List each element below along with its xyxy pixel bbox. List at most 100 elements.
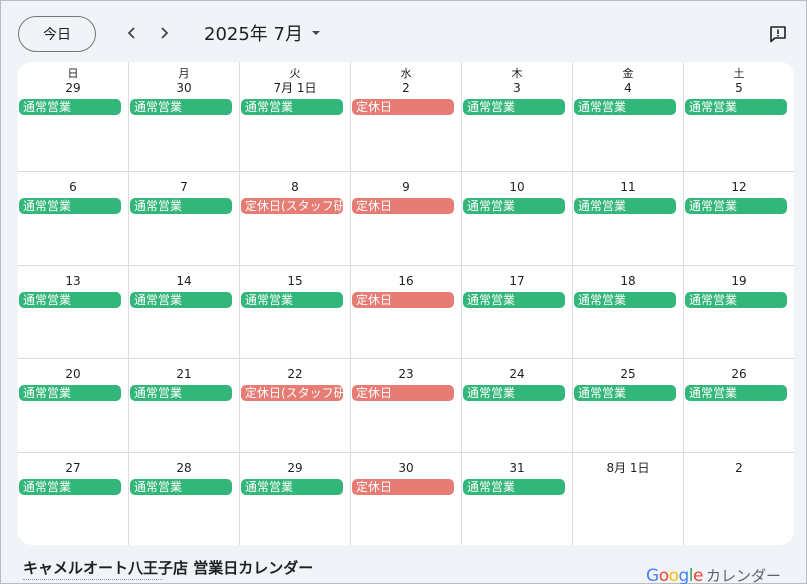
event-chip-open[interactable]: 通常営業 (19, 385, 121, 401)
day-cell[interactable]: 20 通常営業 (18, 359, 129, 453)
day-number[interactable]: 18 (573, 274, 683, 288)
day-cell[interactable]: 火 7月 1日 通常営業 (240, 62, 351, 172)
day-number[interactable]: 11 (573, 180, 683, 194)
day-number[interactable]: 8 (240, 180, 350, 194)
day-number[interactable]: 2 (351, 81, 461, 95)
event-chip-closed[interactable]: 定休日 (352, 198, 454, 214)
day-cell[interactable]: 26 通常営業 (684, 359, 794, 453)
day-number[interactable]: 29 (18, 81, 128, 95)
event-chip-open[interactable]: 通常営業 (19, 198, 121, 214)
event-chip-closed[interactable]: 定休日 (352, 385, 454, 401)
event-chip-open[interactable]: 通常営業 (685, 99, 787, 115)
today-button[interactable]: 今日 (18, 16, 96, 52)
event-chip-open[interactable]: 通常営業 (130, 99, 232, 115)
google-calendar-link[interactable]: Google カレンダー (646, 565, 781, 584)
event-chip-open[interactable]: 通常営業 (130, 198, 232, 214)
day-cell[interactable]: 23 定休日 (351, 359, 462, 453)
event-chip-open[interactable]: 通常営業 (574, 99, 676, 115)
prev-month-button[interactable] (120, 21, 144, 45)
day-number[interactable]: 9 (351, 180, 461, 194)
day-number[interactable]: 25 (573, 367, 683, 381)
day-cell[interactable]: 28 通常営業 (129, 453, 240, 545)
day-cell[interactable]: 13 通常営業 (18, 266, 129, 359)
day-cell[interactable]: 水 2 定休日 (351, 62, 462, 172)
event-chip-open[interactable]: 通常営業 (19, 99, 121, 115)
event-chip-open[interactable]: 通常営業 (685, 198, 787, 214)
day-number[interactable]: 12 (684, 180, 794, 194)
event-chip-closed[interactable]: 定休日 (352, 479, 454, 495)
day-number[interactable]: 23 (351, 367, 461, 381)
event-chip-open[interactable]: 通常営業 (574, 198, 676, 214)
day-cell[interactable]: 16 定休日 (351, 266, 462, 359)
day-number[interactable]: 24 (462, 367, 572, 381)
day-number[interactable]: 27 (18, 461, 128, 475)
day-number[interactable]: 28 (129, 461, 239, 475)
event-chip-open[interactable]: 通常営業 (130, 479, 232, 495)
event-chip-open[interactable]: 通常営業 (130, 385, 232, 401)
day-cell[interactable]: 14 通常営業 (129, 266, 240, 359)
day-number[interactable]: 15 (240, 274, 350, 288)
day-cell[interactable]: 30 定休日 (351, 453, 462, 545)
event-chip-closed[interactable]: 定休日(スタッフ研修) (241, 198, 343, 214)
day-cell[interactable]: 11 通常営業 (573, 172, 684, 266)
day-cell[interactable]: 27 通常営業 (18, 453, 129, 545)
next-month-button[interactable] (152, 21, 176, 45)
day-number[interactable]: 22 (240, 367, 350, 381)
day-number[interactable]: 16 (351, 274, 461, 288)
day-number[interactable]: 3 (462, 81, 572, 95)
day-number[interactable]: 31 (462, 461, 572, 475)
day-number[interactable]: 5 (684, 81, 794, 95)
event-chip-open[interactable]: 通常営業 (685, 292, 787, 308)
day-cell[interactable]: 12 通常営業 (684, 172, 794, 266)
event-chip-open[interactable]: 通常営業 (241, 479, 343, 495)
day-number[interactable]: 17 (462, 274, 572, 288)
day-cell[interactable]: 15 通常営業 (240, 266, 351, 359)
day-cell[interactable]: 22 定休日(スタッフ研修) (240, 359, 351, 453)
day-cell[interactable]: 21 通常営業 (129, 359, 240, 453)
event-chip-open[interactable]: 通常営業 (19, 292, 121, 308)
day-number[interactable]: 30 (351, 461, 461, 475)
day-number[interactable]: 19 (684, 274, 794, 288)
day-cell[interactable]: 10 通常営業 (462, 172, 573, 266)
day-cell[interactable]: 9 定休日 (351, 172, 462, 266)
day-number[interactable]: 21 (129, 367, 239, 381)
day-cell[interactable]: 25 通常営業 (573, 359, 684, 453)
day-cell[interactable]: 6 通常営業 (18, 172, 129, 266)
event-chip-closed[interactable]: 定休日 (352, 99, 454, 115)
day-cell[interactable]: 2 (684, 453, 794, 545)
event-chip-open[interactable]: 通常営業 (685, 385, 787, 401)
day-number[interactable]: 7 (129, 180, 239, 194)
event-chip-open[interactable]: 通常営業 (574, 385, 676, 401)
day-number[interactable]: 26 (684, 367, 794, 381)
day-cell[interactable]: 24 通常営業 (462, 359, 573, 453)
day-cell[interactable]: 18 通常営業 (573, 266, 684, 359)
day-number[interactable]: 20 (18, 367, 128, 381)
event-chip-open[interactable]: 通常営業 (463, 385, 565, 401)
day-cell[interactable]: 日 29 通常営業 (18, 62, 129, 172)
event-chip-open[interactable]: 通常営業 (19, 479, 121, 495)
event-chip-open[interactable]: 通常営業 (463, 479, 565, 495)
day-number[interactable]: 2 (684, 461, 794, 475)
day-cell[interactable]: 月 30 通常営業 (129, 62, 240, 172)
day-number[interactable]: 4 (573, 81, 683, 95)
event-chip-open[interactable]: 通常営業 (463, 292, 565, 308)
event-chip-open[interactable]: 通常営業 (241, 292, 343, 308)
day-number[interactable]: 6 (18, 180, 128, 194)
event-chip-open[interactable]: 通常営業 (463, 99, 565, 115)
event-chip-closed[interactable]: 定休日(スタッフ研修) (241, 385, 343, 401)
day-cell[interactable]: 8月 1日 (573, 453, 684, 545)
month-selector[interactable]: 2025年 7月 (204, 21, 321, 45)
day-number[interactable]: 30 (129, 81, 239, 95)
day-number[interactable]: 10 (462, 180, 572, 194)
day-cell[interactable]: 29 通常営業 (240, 453, 351, 545)
day-number[interactable]: 7月 1日 (240, 81, 350, 95)
event-chip-open[interactable]: 通常営業 (463, 198, 565, 214)
event-chip-open[interactable]: 通常営業 (241, 99, 343, 115)
day-cell[interactable]: 8 定休日(スタッフ研修) (240, 172, 351, 266)
feedback-button[interactable] (765, 21, 791, 47)
event-chip-open[interactable]: 通常営業 (574, 292, 676, 308)
event-chip-open[interactable]: 通常営業 (130, 292, 232, 308)
day-cell[interactable]: 金 4 通常営業 (573, 62, 684, 172)
day-cell[interactable]: 木 3 通常営業 (462, 62, 573, 172)
day-cell[interactable]: 17 通常営業 (462, 266, 573, 359)
